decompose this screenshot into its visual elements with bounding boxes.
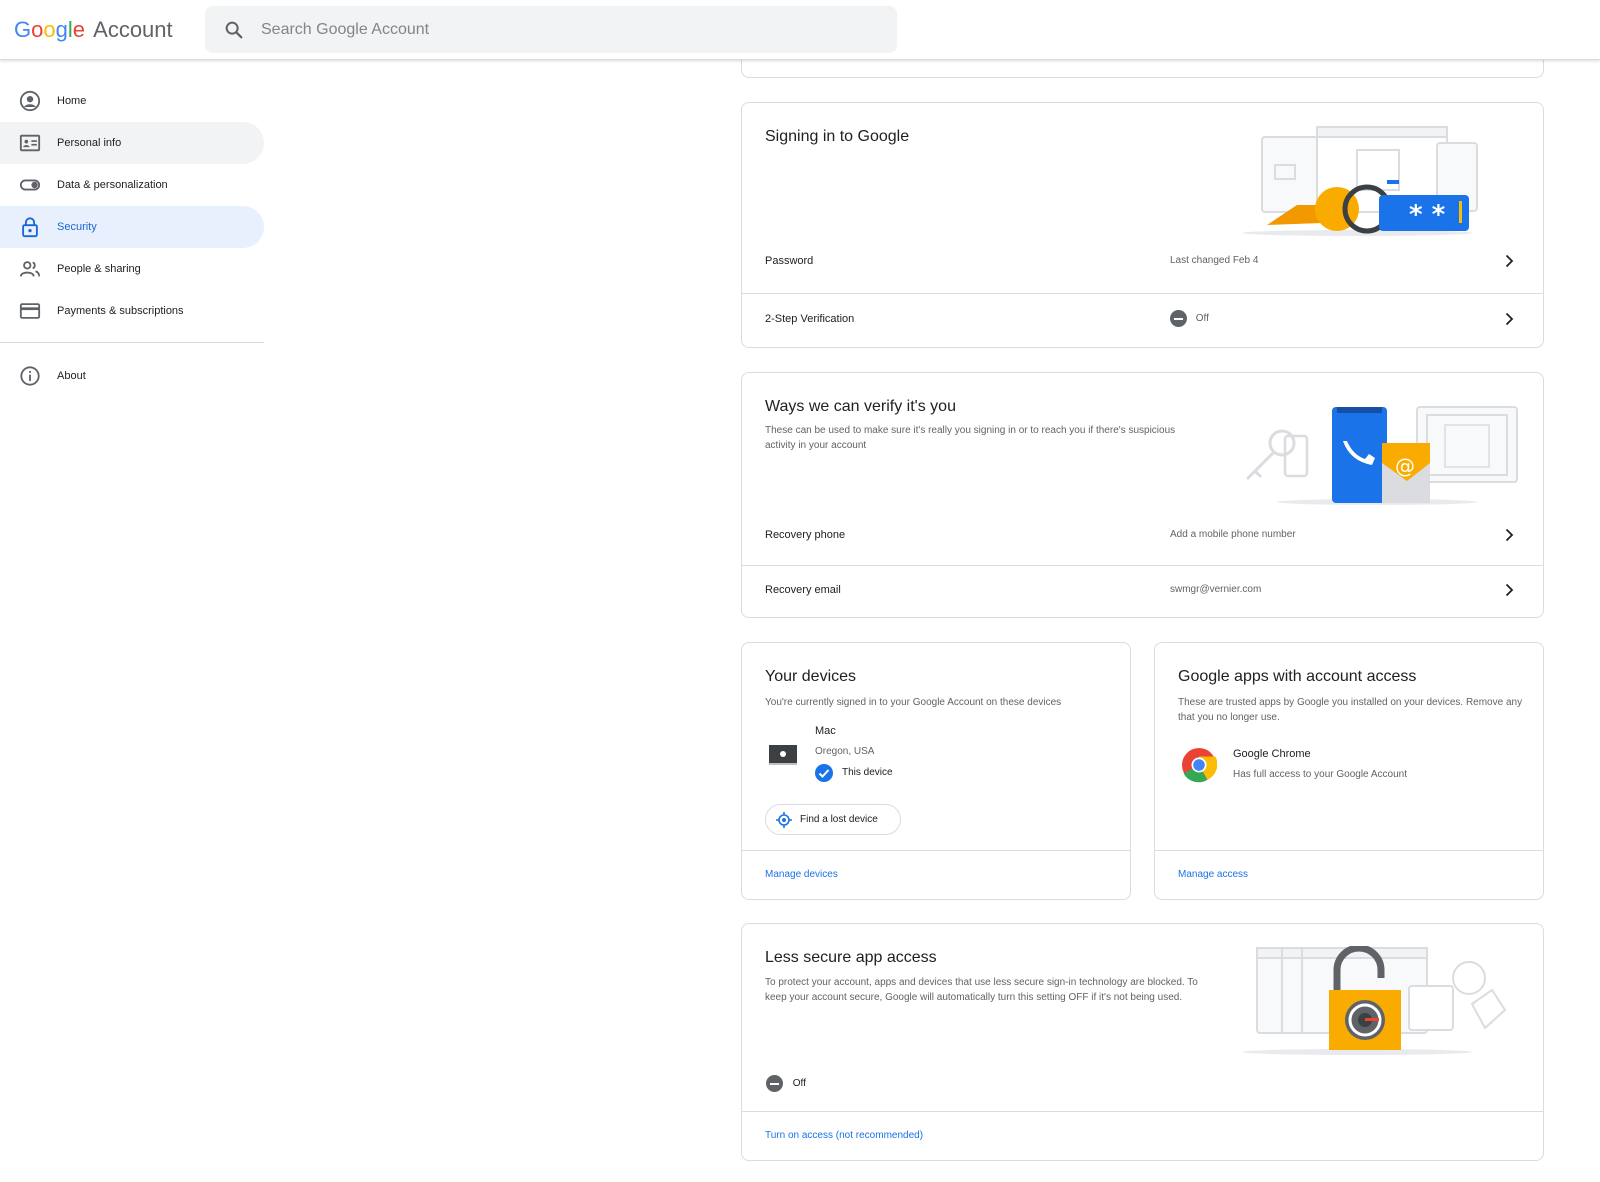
svg-text:@: @ [1395, 454, 1415, 478]
sidebar-item-label: Data & personalization [57, 179, 168, 191]
recovery-phone-row[interactable]: Recovery phone Add a mobile phone number [742, 510, 1543, 562]
your-devices-card: Your devices You're currently signed in … [741, 642, 1131, 900]
lock-icon [22, 217, 38, 238]
sidebar-item-about[interactable]: About [0, 355, 264, 397]
app-header: Google Account [0, 0, 1600, 60]
chevron-right-icon [1505, 312, 1514, 326]
sidebar-item-label: About [57, 370, 86, 382]
verify-card: Ways we can verify it's you These can be… [741, 372, 1544, 618]
device-location: Oregon, USA [815, 746, 875, 757]
less-secure-status: Off [766, 1075, 806, 1092]
device-name: Mac [815, 725, 836, 737]
row-label: 2-Step Verification [765, 313, 855, 325]
off-status-icon [1170, 310, 1187, 327]
card-description: These can be used to make sure it's real… [765, 425, 1176, 451]
status-text: Off [1195, 313, 1209, 324]
sidebar-item-security[interactable]: Security [0, 206, 264, 248]
turn-on-access-link[interactable]: Turn on access (not recommended) [765, 1130, 923, 1141]
google-apps-access-card: Google apps with account access These ar… [1154, 642, 1544, 900]
search-input[interactable] [261, 6, 861, 53]
laptop-icon [769, 745, 797, 765]
chevron-right-icon [1505, 254, 1514, 268]
credit-card-icon [19, 303, 41, 319]
row-label: Password [765, 255, 814, 267]
card-footer-divider [1155, 850, 1543, 851]
card-description: These are trusted apps by Google you ins… [1178, 697, 1523, 723]
sidebar-item-label: Security [57, 221, 97, 233]
sidebar-nav: Home Personal info Data & personalizatio… [0, 80, 265, 397]
card-title: Ways we can verify it's you [765, 398, 956, 415]
password-row[interactable]: Password Last changed Feb 4 [742, 236, 1543, 288]
card-title: Google apps with account access [1178, 668, 1417, 685]
svg-text:* *: * * [1409, 200, 1446, 230]
app-description: Has full access to your Google Account [1233, 769, 1407, 780]
id-card-icon [19, 134, 41, 152]
chevron-right-icon [1505, 528, 1514, 542]
people-icon [19, 261, 41, 277]
two-step-verification-row[interactable]: 2-Step Verification Off [742, 294, 1543, 346]
sidebar-item-label: Home [57, 95, 87, 107]
chrome-icon [1182, 748, 1217, 783]
recovery-email-row[interactable]: Recovery email swmgr@vernier.com [742, 565, 1543, 617]
off-status-icon [766, 1075, 783, 1092]
row-value: swmgr@vernier.com [1170, 584, 1262, 595]
row-value: Last changed Feb 4 [1170, 255, 1259, 266]
sidebar-divider [0, 342, 264, 343]
card-description: To protect your account, apps and device… [765, 977, 1198, 1003]
app-name: Google Chrome [1233, 748, 1311, 760]
search-bar[interactable] [205, 6, 897, 53]
card-footer-divider [742, 850, 1130, 851]
sidebar-item-label: Personal info [57, 137, 122, 149]
logo-letter: o [43, 17, 56, 42]
sidebar-item-label: Payments & subscriptions [57, 305, 184, 317]
verify-illustration: @ [1245, 406, 1518, 505]
row-label: Recovery phone [765, 529, 846, 541]
google-account-logo[interactable]: Google Account [14, 14, 173, 46]
logo-account-text: Account [93, 17, 173, 42]
account-circle-icon [19, 90, 41, 112]
card-title: Your devices [765, 668, 857, 685]
sidebar-item-payments[interactable]: Payments & subscriptions [0, 290, 264, 332]
manage-devices-link[interactable]: Manage devices [765, 869, 838, 880]
sidebar-item-label: People & sharing [57, 263, 141, 275]
signing-in-card: Signing in to Google * * Password Last c… [741, 102, 1544, 348]
logo-letter: g [55, 17, 68, 42]
logo-letter: o [31, 17, 44, 42]
button-label: Find a lost device [800, 814, 878, 825]
info-icon [20, 366, 40, 386]
find-lost-device-button[interactable]: Find a lost device [765, 804, 901, 835]
toggle-icon [19, 179, 41, 191]
manage-access-link[interactable]: Manage access [1178, 869, 1248, 880]
password-illustration: * * [1242, 126, 1478, 236]
sidebar-item-personal-info[interactable]: Personal info [0, 122, 264, 164]
check-circle-icon [815, 764, 833, 782]
chevron-right-icon [1505, 583, 1514, 597]
padlock-illustration [1242, 946, 1507, 1055]
card-title: Less secure app access [765, 949, 937, 966]
row-label: Recovery email [765, 584, 841, 596]
card-description: You're currently signed in to your Googl… [765, 697, 1062, 708]
card-title: Signing in to Google [765, 128, 910, 145]
logo-letter: e [72, 17, 86, 42]
card-footer-divider [742, 1111, 1543, 1112]
this-device-badge: This device [842, 767, 893, 778]
sidebar-item-data-personalization[interactable]: Data & personalization [0, 164, 264, 206]
status-off: Off [1170, 310, 1209, 327]
gps-target-icon [776, 812, 792, 828]
sidebar-item-home[interactable]: Home [0, 80, 264, 122]
logo-letter: G [14, 17, 32, 42]
search-icon[interactable] [223, 19, 245, 41]
sidebar-item-people-sharing[interactable]: People & sharing [0, 248, 264, 290]
less-secure-app-access-card: Less secure app access To protect your a… [741, 923, 1544, 1161]
status-text: Off [792, 1078, 806, 1089]
row-value: Add a mobile phone number [1170, 529, 1296, 540]
